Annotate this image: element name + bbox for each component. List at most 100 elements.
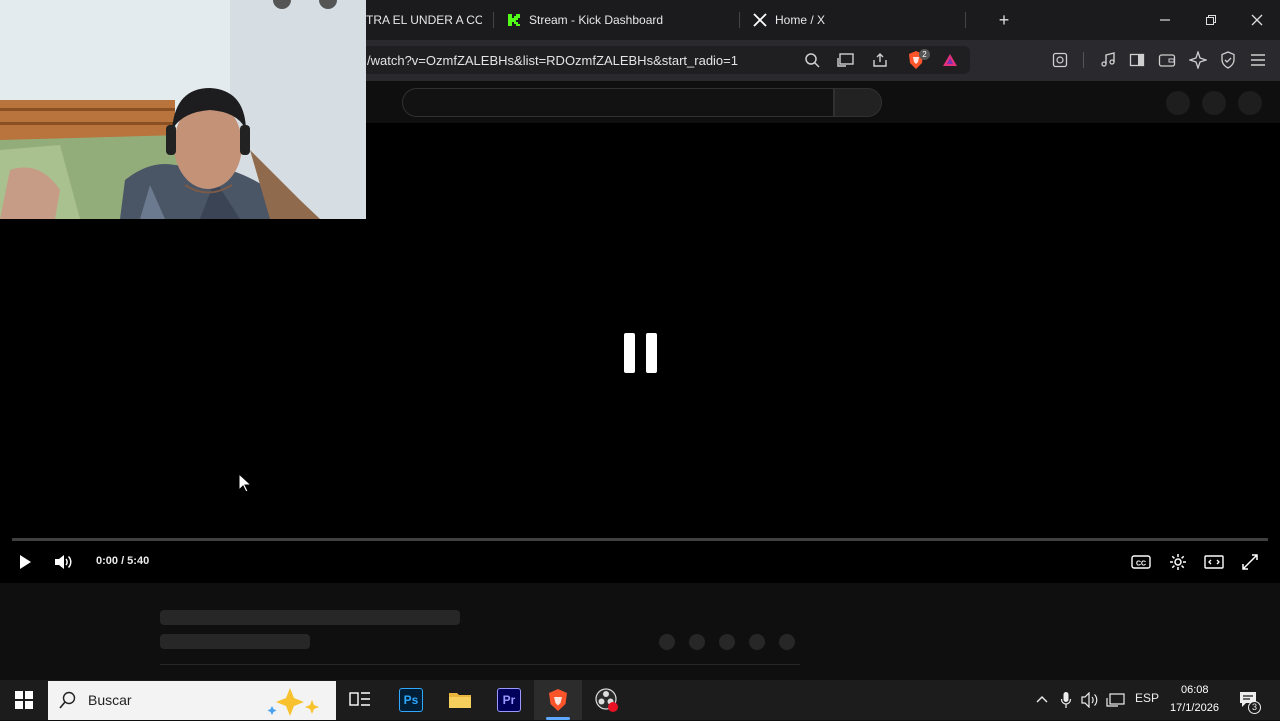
zoom-button[interactable] — [802, 50, 822, 70]
photoshop-app[interactable]: Ps — [399, 688, 423, 712]
close-window-button[interactable] — [1242, 8, 1272, 32]
header-action-placeholder[interactable] — [1202, 91, 1226, 115]
minimize-button[interactable] — [1150, 8, 1180, 32]
leo-ai-button[interactable] — [1188, 50, 1208, 70]
header-action-placeholder[interactable] — [1166, 91, 1190, 115]
network-icon[interactable] — [1106, 692, 1126, 713]
volume-icon — [55, 555, 72, 569]
show-hidden-icons-button[interactable] — [1035, 692, 1049, 710]
notification-count-badge: 3 — [1248, 701, 1261, 714]
svg-text:CC: CC — [1136, 561, 1146, 568]
action-skeleton — [719, 634, 735, 650]
tab-separator — [739, 12, 740, 28]
share-icon — [873, 53, 887, 67]
copilot-sparkle-icon[interactable] — [264, 686, 328, 721]
reader-mode-button[interactable] — [1050, 50, 1070, 70]
tab-label: TRA EL UNDER A COS — [366, 13, 482, 27]
new-tab-button[interactable]: + — [989, 8, 1019, 32]
tab-separator — [965, 12, 966, 28]
video-info-section — [0, 583, 1280, 680]
chevron-up-icon — [1036, 696, 1048, 703]
vpn-button[interactable] — [1218, 50, 1238, 70]
title-skeleton — [160, 610, 460, 625]
language-indicator[interactable]: ESP — [1135, 691, 1159, 705]
closed-captions-icon: CC — [1131, 555, 1151, 569]
gear-icon — [1170, 554, 1186, 570]
volume-icon[interactable] — [1081, 691, 1101, 713]
subtitle-skeleton — [160, 634, 310, 649]
pause-icon[interactable] — [624, 333, 658, 373]
action-skeleton — [779, 634, 795, 650]
sidebar-toggle-button[interactable] — [1127, 50, 1147, 70]
brave-rewards-button[interactable] — [940, 50, 960, 70]
x-icon — [753, 13, 767, 27]
sidebar-icon — [1129, 53, 1145, 67]
action-skeleton — [689, 634, 705, 650]
start-button[interactable] — [14, 690, 34, 715]
obs-app[interactable] — [595, 688, 619, 712]
wallet-button[interactable] — [1157, 50, 1177, 70]
search-button[interactable] — [834, 88, 882, 117]
brave-app[interactable] — [546, 688, 570, 712]
hamburger-menu-icon — [1251, 54, 1265, 66]
search-input[interactable] — [402, 88, 834, 117]
shield-count-badge: 2 — [919, 49, 930, 60]
taskbar-search-label: Buscar — [88, 692, 132, 708]
captions-button[interactable]: CC — [1131, 552, 1151, 572]
task-view-button[interactable] — [348, 688, 372, 712]
search-icon — [59, 691, 77, 714]
tab-youtube[interactable]: TRA EL UNDER A COS — [366, 8, 482, 32]
divider — [160, 664, 800, 665]
play-icon — [20, 555, 31, 569]
windows-logo-icon — [15, 691, 33, 709]
obs-recording-icon — [595, 688, 618, 712]
progress-bar[interactable] — [12, 538, 1268, 541]
tab-label: Stream - Kick Dashboard — [529, 13, 664, 27]
restore-button[interactable] — [1196, 8, 1226, 32]
wallet-icon — [1158, 54, 1176, 67]
theater-icon — [1204, 555, 1224, 569]
action-skeleton — [659, 634, 675, 650]
time-display: 0:00 / 5:40 — [96, 555, 150, 567]
share-button[interactable] — [870, 50, 890, 70]
cast-button[interactable] — [836, 50, 856, 70]
fullscreen-button[interactable] — [1240, 552, 1260, 572]
tab-kick-dashboard[interactable]: Stream - Kick Dashboard — [507, 8, 727, 32]
music-note-icon — [1101, 52, 1115, 67]
premiere-app[interactable]: Pr — [497, 688, 521, 712]
tab-x-home[interactable]: Home / X — [753, 8, 953, 32]
file-explorer-app[interactable] — [448, 688, 472, 712]
theater-mode-button[interactable] — [1204, 552, 1224, 572]
webcam-overlay — [0, 0, 366, 219]
avatar[interactable] — [1238, 91, 1262, 115]
toolbar-divider — [1083, 52, 1084, 68]
tab-separator — [493, 12, 494, 28]
webcam-feed-image — [0, 0, 366, 219]
task-view-icon — [349, 692, 370, 706]
clock-time[interactable]: 06:08 — [1181, 684, 1209, 696]
minimize-icon — [1160, 19, 1170, 21]
microphone-icon[interactable] — [1060, 691, 1072, 714]
clock-date[interactable]: 17/1/2026 — [1170, 702, 1219, 714]
cast-icon — [837, 53, 854, 67]
folder-icon — [449, 693, 471, 708]
reader-icon — [1052, 52, 1068, 68]
arrow-cursor-icon — [238, 472, 253, 493]
menu-button[interactable] — [1248, 50, 1268, 70]
mouse-cursor — [238, 472, 253, 498]
fullscreen-icon — [1242, 554, 1258, 570]
rewards-triangle-icon — [943, 54, 957, 66]
shield-icon — [1221, 51, 1235, 69]
play-button[interactable] — [15, 552, 35, 572]
sparkle-icon — [1189, 51, 1207, 69]
url-text[interactable]: /watch?v=OzmfZALEBHs&list=RDOzmfZALEBHs&… — [367, 53, 738, 68]
mute-button[interactable] — [53, 552, 73, 572]
restore-icon — [1206, 15, 1216, 25]
media-button[interactable] — [1098, 50, 1118, 70]
brave-lion-icon — [549, 689, 567, 711]
tab-label: Home / X — [775, 13, 826, 27]
settings-button[interactable] — [1168, 552, 1188, 572]
close-icon — [1251, 14, 1263, 26]
action-skeleton — [749, 634, 765, 650]
kick-icon — [508, 14, 520, 26]
